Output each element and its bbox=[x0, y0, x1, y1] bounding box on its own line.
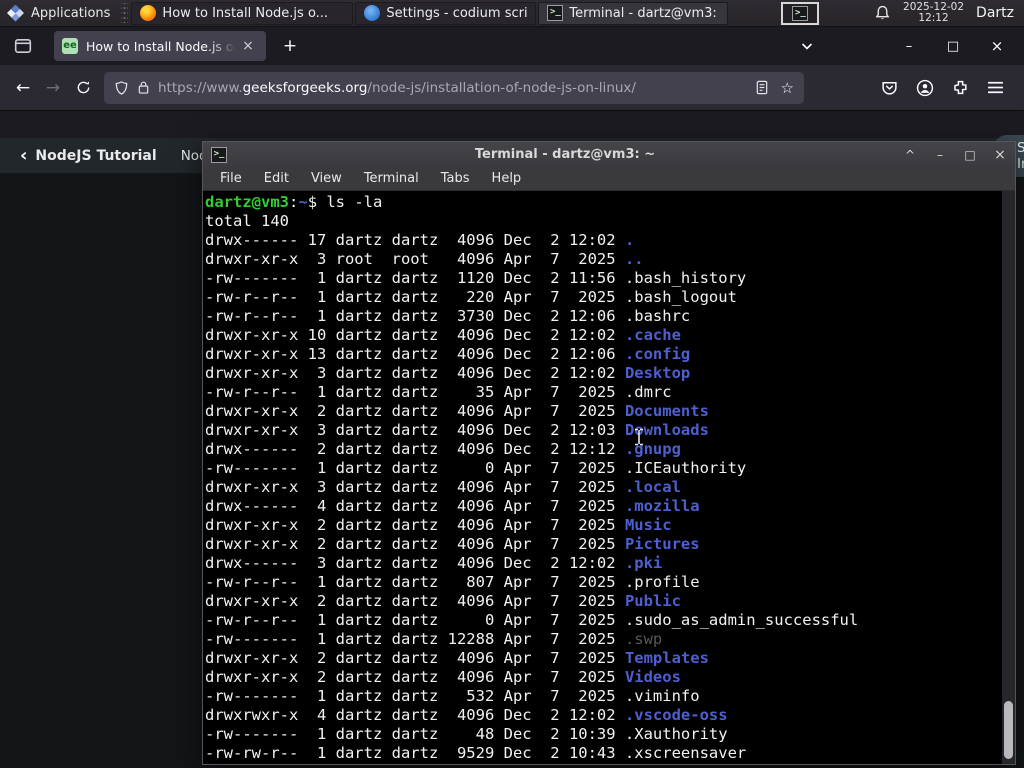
terminal-scrollbar-thumb[interactable] bbox=[1004, 701, 1013, 759]
firefox-icon bbox=[140, 5, 157, 21]
browser-maximize-button[interactable]: □ bbox=[944, 39, 962, 54]
tab-title: How to Install Node.js on bbox=[86, 38, 236, 54]
url-scheme: https://www. bbox=[158, 79, 243, 96]
terminal-icon bbox=[547, 5, 564, 21]
panel-handle bbox=[121, 3, 129, 23]
applications-menu-button[interactable]: Applications bbox=[0, 0, 119, 27]
terminal-scrollbar[interactable] bbox=[1002, 191, 1015, 764]
terminal-line: drwxr-xr-x 10 dartz dartz 4096 Dec 2 12:… bbox=[205, 326, 681, 344]
terminal-line: drwxr-xr-x 13 dartz dartz 4096 Dec 2 12:… bbox=[205, 345, 691, 363]
terminal-line: -rw-r--r-- 1 dartz dartz 220 Apr 7 2025 … bbox=[205, 288, 737, 306]
xfce-logo-icon bbox=[7, 4, 24, 22]
terminal-line: -rw------- 1 dartz dartz 48 Dec 2 10:39 … bbox=[205, 725, 728, 743]
terminal-minimize-button[interactable]: – bbox=[933, 148, 947, 162]
clock[interactable]: 2025-12-02 12:12 bbox=[903, 2, 964, 24]
terminal-line: drwxr-xr-x 2 dartz dartz 4096 Apr 7 2025… bbox=[205, 535, 700, 553]
terminal-line: drwx------ 17 dartz dartz 4096 Dec 2 12:… bbox=[205, 231, 635, 249]
back-button[interactable]: ← bbox=[8, 73, 38, 103]
menu-terminal[interactable]: Terminal bbox=[353, 169, 430, 188]
terminal-line: drwxrwxr-x 4 dartz dartz 4096 Dec 2 12:0… bbox=[205, 706, 728, 724]
tab-close-button[interactable]: × bbox=[238, 36, 258, 56]
terminal-maximize-button[interactable]: □ bbox=[963, 148, 977, 162]
taskbar-window-firefox[interactable]: How to Install Node.js o... bbox=[131, 1, 354, 25]
url-text: https://www.geeksforgeeks.org/node-js/in… bbox=[158, 80, 747, 96]
top-panel: Applications How to Install Node.js o...… bbox=[0, 0, 1024, 27]
terminal-line: drwxr-xr-x 2 dartz dartz 4096 Apr 7 2025… bbox=[205, 649, 709, 667]
tray-terminal-icon[interactable] bbox=[781, 1, 820, 25]
nav-scroll-left-icon[interactable]: ‹ bbox=[14, 145, 33, 166]
url-bar[interactable]: https://www.geeksforgeeks.org/node-js/in… bbox=[104, 71, 804, 104]
terminal-line: drwx------ 4 dartz dartz 4096 Apr 7 2025… bbox=[205, 497, 700, 515]
terminal-line: -rw------- 1 dartz dartz 532 Apr 7 2025 … bbox=[205, 687, 700, 705]
browser-minimize-button[interactable]: – bbox=[900, 39, 918, 54]
site-nav-link-nodejs-tutorial[interactable]: NodeJS Tutorial bbox=[35, 148, 156, 164]
menu-view[interactable]: View bbox=[300, 169, 353, 188]
terminal-line: -rw------- 1 dartz dartz 0 Apr 7 2025 .I… bbox=[205, 459, 747, 477]
terminal-line: -rw-r--r-- 1 dartz dartz 35 Apr 7 2025 .… bbox=[205, 383, 672, 401]
terminal-line: -rw------- 1 dartz dartz 1120 Dec 2 11:5… bbox=[205, 269, 747, 287]
terminal-line: drwxr-xr-x 3 dartz dartz 4096 Apr 7 2025… bbox=[205, 478, 681, 496]
terminal-viewport[interactable]: dartz@vm3:~$ ls -la total 140 drwx------ 1… bbox=[203, 191, 1015, 764]
terminal-line: drwxr-xr-x 3 root root 4096 Apr 7 2025 .… bbox=[205, 250, 644, 268]
terminal-line: -rw-rw-r-- 1 dartz dartz 9529 Dec 2 10:4… bbox=[205, 744, 747, 762]
reader-view-icon[interactable] bbox=[755, 80, 769, 95]
panel-status-area: 2025-12-02 12:12 Dartz bbox=[874, 2, 1024, 24]
tab-bar: ee How to Install Node.js on × + – □ × bbox=[0, 27, 1024, 65]
tab-how-to-install-nodejs[interactable]: ee How to Install Node.js on × bbox=[54, 31, 266, 61]
tracking-protection-shield-icon[interactable] bbox=[114, 80, 129, 96]
codium-icon bbox=[364, 5, 381, 21]
terminal-output: dartz@vm3:~$ ls -la total 140 drwx------ 1… bbox=[205, 193, 1001, 764]
firefox-view-button[interactable] bbox=[8, 33, 38, 59]
terminal-line: -rw------- 1 dartz dartz 12288 Apr 7 202… bbox=[205, 630, 663, 648]
terminal-shade-button[interactable]: ^ bbox=[903, 148, 917, 162]
new-tab-button[interactable]: + bbox=[276, 33, 304, 59]
geeksforgeeks-favicon: ee bbox=[62, 38, 78, 54]
user-menu[interactable]: Dartz bbox=[976, 5, 1014, 21]
terminal-line: drwxr-xr-x 3 dartz dartz 4096 Dec 2 12:0… bbox=[205, 364, 691, 382]
menu-edit[interactable]: Edit bbox=[253, 169, 300, 188]
terminal-close-button[interactable]: × bbox=[993, 147, 1007, 163]
reload-button[interactable] bbox=[68, 73, 98, 103]
terminal-line: total 140 bbox=[205, 212, 289, 230]
terminal-window-title: Terminal - dartz@vm3: ~ bbox=[474, 147, 656, 162]
terminal-line: drwx------ 2 dartz dartz 4096 Dec 2 12:1… bbox=[205, 440, 681, 458]
navigation-toolbar: ← → https://www.geeksforgeeks.org/node-j… bbox=[0, 65, 1024, 111]
terminal-line: -rw-r--r-- 1 dartz dartz 0 Apr 7 2025 .s… bbox=[205, 611, 859, 629]
terminal-line: drwxr-xr-x 2 dartz dartz 4096 Apr 7 2025… bbox=[205, 592, 681, 610]
terminal-line: -rw-r--r-- 1 dartz dartz 807 Apr 7 2025 … bbox=[205, 573, 700, 591]
clock-time: 12:12 bbox=[918, 12, 949, 24]
text-cursor-pointer bbox=[634, 428, 644, 446]
bookmark-star-icon[interactable]: ☆ bbox=[781, 79, 794, 97]
account-icon[interactable] bbox=[916, 79, 934, 97]
applications-menu-label: Applications bbox=[31, 5, 111, 21]
pocket-save-icon[interactable] bbox=[881, 79, 898, 96]
terminal-line: dartz@vm3:~$ ls -la bbox=[205, 193, 383, 211]
extensions-icon[interactable] bbox=[952, 79, 969, 96]
menu-tabs[interactable]: Tabs bbox=[430, 169, 481, 188]
terminal-title-bar[interactable]: Terminal - dartz@vm3: ~ ^ – □ × bbox=[203, 142, 1015, 167]
terminal-menu-bar: File Edit View Terminal Tabs Help bbox=[203, 167, 1015, 191]
terminal-line: drwx------ 3 dartz dartz 4096 Dec 2 12:0… bbox=[205, 554, 663, 572]
terminal-window: Terminal - dartz@vm3: ~ ^ – □ × File Edi… bbox=[202, 141, 1016, 765]
terminal-line: drwxr-xr-x 2 dartz dartz 4096 Apr 7 2025… bbox=[205, 516, 672, 534]
terminal-line: -rw-r--r-- 1 dartz dartz 3730 Dec 2 12:0… bbox=[205, 307, 691, 325]
desktop: Applications How to Install Node.js o...… bbox=[0, 0, 1024, 768]
browser-close-button[interactable]: × bbox=[988, 37, 1006, 55]
url-domain: geeksforgeeks.org bbox=[242, 79, 368, 96]
padlock-icon[interactable] bbox=[137, 80, 150, 95]
terminal-icon bbox=[792, 5, 809, 21]
menu-help[interactable]: Help bbox=[481, 169, 533, 188]
taskbar-window-codium[interactable]: Settings - codium script... bbox=[355, 1, 537, 25]
terminal-line: drwxr-xr-x 2 dartz dartz 4096 Apr 7 2025… bbox=[205, 402, 709, 420]
url-path: /node-js/installation-of-node-js-on-linu… bbox=[367, 79, 636, 96]
forward-button[interactable]: → bbox=[38, 73, 68, 103]
list-all-tabs-chevron-icon[interactable] bbox=[800, 39, 814, 53]
terminal-line: drwxr-xr-x 3 dartz dartz 4096 Dec 2 12:0… bbox=[205, 421, 709, 439]
terminal-icon bbox=[211, 146, 227, 163]
taskbar-window-terminal[interactable]: Terminal - dartz@vm3: ~ bbox=[538, 1, 729, 25]
terminal-line: drwxr-xr-x 2 dartz dartz 4096 Apr 7 2025… bbox=[205, 668, 681, 686]
hamburger-menu-icon[interactable] bbox=[987, 80, 1004, 95]
notification-bell-icon[interactable] bbox=[874, 5, 891, 22]
menu-file[interactable]: File bbox=[209, 169, 253, 188]
